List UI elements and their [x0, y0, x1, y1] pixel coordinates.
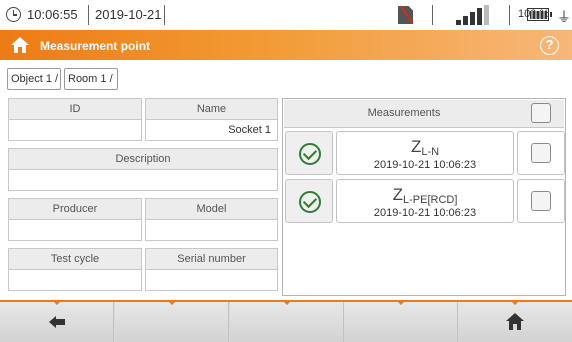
measurement-status [285, 179, 333, 223]
check-circle-icon [299, 191, 321, 213]
tab-marker [511, 301, 519, 305]
measurement-subscript: L-N [421, 146, 440, 158]
serial-number-label: Serial number [145, 248, 278, 270]
measurement-name: ZL-PE[RCD] [337, 185, 513, 206]
measurement-checkbox[interactable] [531, 191, 551, 211]
status-date: 2019-10-21 [95, 7, 162, 22]
breadcrumb-room[interactable]: Room 1 / [64, 68, 118, 90]
select-all-checkbox[interactable] [531, 103, 551, 123]
measurements-header: Measurements [284, 100, 564, 128]
name-field[interactable]: Socket 1 [145, 119, 278, 141]
measurement-timestamp: 2019-10-21 10:06:23 [373, 207, 477, 219]
clock-icon [6, 7, 21, 22]
model-label: Model [145, 198, 278, 220]
measurement-status [285, 131, 333, 175]
test-cycle-label: Test cycle [8, 248, 142, 270]
title-bar: Measurement point ? [0, 30, 572, 60]
tab-marker [52, 301, 61, 305]
battery-icon [527, 8, 549, 21]
producer-field[interactable] [8, 219, 142, 241]
check-circle-icon [299, 143, 321, 165]
measurement-checkbox[interactable] [531, 143, 551, 163]
divider [88, 5, 89, 25]
status-bar: 10:06:55 2019-10-21 100 % [0, 0, 572, 30]
name-label: Name [145, 98, 278, 120]
battery-tip [550, 12, 552, 17]
divider [432, 5, 433, 25]
measurement-name: ZL-N [337, 137, 513, 158]
divider [164, 5, 165, 25]
tab-marker [167, 301, 176, 305]
id-label: ID [8, 98, 142, 120]
description-label: Description [8, 148, 278, 170]
home-icon[interactable] [11, 37, 29, 53]
measurement-timestamp: 2019-10-21 10:06:23 [373, 159, 477, 171]
producer-label: Producer [8, 198, 142, 220]
measurement-symbol: Z [410, 137, 422, 156]
back-button[interactable] [0, 301, 114, 342]
measurement-entry[interactable]: ZL-N 2019-10-21 10:06:23 [336, 131, 514, 175]
tab-marker [282, 301, 291, 305]
model-field[interactable] [145, 219, 278, 241]
divider [509, 5, 510, 25]
toolbar-slot-3[interactable] [230, 301, 344, 342]
sd-card-missing-icon [398, 6, 413, 24]
plug-icon: ⏚ [557, 9, 571, 25]
serial-number-field[interactable] [145, 269, 278, 291]
power-indicators: ⏚ [519, 0, 572, 30]
breadcrumb-object[interactable]: Object 1 / [7, 68, 61, 90]
toolbar-slot-2[interactable] [115, 301, 229, 342]
test-cycle-field[interactable] [8, 269, 142, 291]
measurement-select[interactable] [517, 131, 565, 175]
measurement-subscript: L-PE[RCD] [402, 194, 458, 206]
home-button[interactable] [458, 301, 572, 342]
home-icon [506, 313, 524, 330]
toolbar-slot-4[interactable] [344, 301, 458, 342]
measurement-entry[interactable]: ZL-PE[RCD] 2019-10-21 10:06:23 [336, 179, 514, 223]
status-time: 10:06:55 [27, 7, 78, 22]
measurement-select[interactable] [517, 179, 565, 223]
id-field[interactable] [8, 119, 142, 141]
measurements-title: Measurements [367, 107, 441, 119]
bottom-toolbar [0, 300, 572, 342]
measurement-row[interactable]: ZL-PE[RCD] 2019-10-21 10:06:23 [285, 179, 565, 223]
measurement-row[interactable]: ZL-N 2019-10-21 10:06:23 [285, 131, 565, 175]
arrow-left-icon [48, 316, 65, 328]
measurements-panel: Measurements ZL-N 2019-10-21 10:06:23 ZL… [282, 98, 566, 296]
signal-strength-icon [456, 5, 496, 25]
description-field[interactable] [8, 169, 278, 191]
measurement-symbol: Z [392, 185, 403, 204]
page-title: Measurement point [40, 39, 151, 53]
tab-marker [396, 301, 405, 305]
help-icon[interactable]: ? [540, 36, 559, 55]
